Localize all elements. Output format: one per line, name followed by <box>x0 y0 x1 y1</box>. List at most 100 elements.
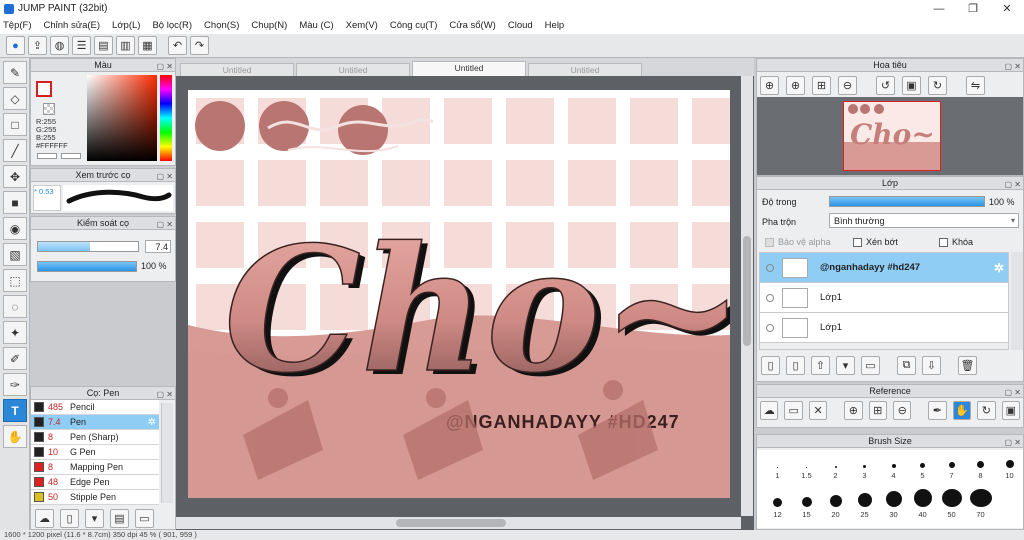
panel-controls-icon[interactable]: ▢ ✕ <box>1005 386 1021 399</box>
brush-size-option[interactable]: 7 <box>937 450 966 480</box>
fit-icon[interactable]: ⊞ <box>812 76 831 95</box>
brush-size-option[interactable]: 70 <box>966 489 995 519</box>
menu-edit[interactable]: Chỉnh sửa(E) <box>44 20 101 31</box>
cloud-icon[interactable]: ● <box>6 36 25 55</box>
brush-item[interactable]: 8 Mapping Pen <box>31 460 159 475</box>
menu-capture[interactable]: Chụp(N) <box>251 20 287 31</box>
brush-item[interactable]: 8 Pen (Sharp) <box>31 430 159 445</box>
layer-row[interactable]: @nganhadayy #hd247 ✲ <box>760 253 1008 283</box>
gear-icon[interactable]: ✲ <box>994 261 1004 275</box>
rotate-right-icon[interactable]: ↻ <box>928 76 947 95</box>
background-color-swatch[interactable] <box>43 103 55 115</box>
select-rect-tool-icon[interactable]: ⬚ <box>3 269 27 292</box>
zoom-in-2-icon[interactable]: ⊕ <box>786 76 805 95</box>
brush-size-option[interactable]: 1.5 <box>792 450 821 480</box>
brush-size-option[interactable]: 25 <box>850 489 879 519</box>
brush-size-option[interactable]: 50 <box>937 489 966 519</box>
eraser-tool-icon[interactable]: ◇ <box>3 87 27 110</box>
line-tool-icon[interactable]: ╱ <box>3 139 27 162</box>
visibility-icon[interactable] <box>766 263 774 272</box>
canvas-vertical-scrollbar[interactable] <box>741 76 753 516</box>
text-tool-icon[interactable]: T <box>3 399 27 422</box>
layer-row[interactable]: Lớp1 <box>760 283 1008 313</box>
clipping-checkbox[interactable] <box>853 237 862 247</box>
panel-controls-icon[interactable]: ▢ ✕ <box>157 170 173 183</box>
layer-add-menu-icon[interactable]: ▾ <box>836 356 855 375</box>
menu-cloud[interactable]: Cloud <box>508 20 533 31</box>
brush-opacity-slider[interactable] <box>37 261 137 272</box>
brush-size-option[interactable]: 40 <box>908 489 937 519</box>
brush-item[interactable]: 7.4 Pen ✲ <box>31 415 159 430</box>
magic-wand-tool-icon[interactable]: ✦ <box>3 321 27 344</box>
hue-slider[interactable] <box>160 75 172 161</box>
ref-cloud-icon[interactable]: ☁ <box>760 401 779 420</box>
brush-size-option[interactable]: 10 <box>995 450 1023 480</box>
brush-add-icon[interactable]: ▾ <box>85 508 104 528</box>
brush-cloud-icon[interactable]: ☁ <box>35 508 54 528</box>
gear-icon[interactable]: ✲ <box>148 417 156 428</box>
rectangle-tool-icon[interactable]: □ <box>3 113 27 136</box>
tab-untitled-4[interactable]: Untitled <box>528 63 642 76</box>
ref-close-icon[interactable]: ✕ <box>808 401 828 420</box>
drawing-canvas[interactable]: @NGANHADAYY #HD247 Cho~ Cho~ <box>188 90 730 498</box>
menu-file[interactable]: Tệp(F) <box>3 20 32 31</box>
brush-size-option[interactable]: 5 <box>908 450 937 480</box>
undo-icon[interactable]: ↶ <box>168 36 187 55</box>
color-mode-button[interactable] <box>37 153 57 159</box>
visibility-icon[interactable] <box>766 293 774 302</box>
select-pen-tool-icon[interactable]: ✐ <box>3 347 27 370</box>
grid-icon[interactable]: ▦ <box>138 36 157 55</box>
bucket-tool-icon[interactable]: ◉ <box>3 217 27 240</box>
layer-opacity-slider[interactable] <box>829 196 985 207</box>
brush-size-option[interactable]: 8 <box>966 450 995 480</box>
brush-size-option[interactable]: 3 <box>850 450 879 480</box>
ref-fullscreen-icon[interactable]: ▣ <box>1001 401 1020 420</box>
panel-controls-icon[interactable]: ▢ ✕ <box>1005 436 1021 449</box>
layer-import-icon[interactable]: ⇧ <box>811 356 830 375</box>
layer-folder-icon[interactable]: ▭ <box>861 356 880 375</box>
panel-controls-icon[interactable]: ▢ ✕ <box>157 218 173 231</box>
minimize-button[interactable]: — <box>922 0 956 17</box>
brush-size-option[interactable]: 1 <box>763 450 792 480</box>
fill-shape-tool-icon[interactable]: ■ <box>3 191 27 214</box>
brush-size-option[interactable]: 2 <box>821 450 850 480</box>
ref-zoom-in-icon[interactable]: ⊕ <box>844 401 863 420</box>
panel-controls-icon[interactable]: ▢ ✕ <box>1005 60 1021 73</box>
brush-tool-icon[interactable]: ✎ <box>3 61 27 84</box>
ref-open-icon[interactable]: ▭ <box>784 401 803 420</box>
protect-alpha-checkbox[interactable] <box>765 237 774 247</box>
brush-size-option[interactable]: 30 <box>879 489 908 519</box>
menu-window[interactable]: Cửa sổ(W) <box>449 20 495 31</box>
menu-layer[interactable]: Lớp(L) <box>112 20 140 31</box>
ref-hand-icon[interactable]: ✋ <box>952 401 972 420</box>
layer-duplicate-icon[interactable]: ⧉ <box>897 356 916 375</box>
hand-tool-icon[interactable]: ✋ <box>3 425 27 448</box>
brush-folder-icon[interactable]: ▭ <box>135 508 154 528</box>
brush-size-option[interactable]: 4 <box>879 450 908 480</box>
brush-properties-icon[interactable]: ▤ <box>110 508 129 528</box>
tab-untitled-3[interactable]: Untitled <box>412 61 526 76</box>
brush-list-scrollbar[interactable] <box>161 403 173 503</box>
visibility-icon[interactable] <box>766 323 774 332</box>
saturation-value-picker[interactable] <box>87 75 157 161</box>
new-layer-2-icon[interactable]: ▯ <box>786 356 805 375</box>
list-icon[interactable]: ☰ <box>72 36 91 55</box>
layer-merge-icon[interactable]: ⇩ <box>922 356 941 375</box>
panel-controls-icon[interactable]: ▢ ✕ <box>157 60 173 73</box>
brush-size-value[interactable]: 7.4 <box>145 240 171 253</box>
brush-item[interactable]: 10 G Pen <box>31 445 159 460</box>
layer-list-scrollbar[interactable] <box>1011 252 1023 350</box>
brush-size-option[interactable]: 12 <box>763 489 792 519</box>
panel-icon[interactable]: ▥ <box>116 36 135 55</box>
brush-size-option[interactable]: 15 <box>792 489 821 519</box>
maximize-button[interactable]: ❐ <box>956 0 990 17</box>
ref-eyedropper-icon[interactable]: ✒ <box>928 401 947 420</box>
flip-icon[interactable]: ⇋ <box>966 76 985 95</box>
canvas-horizontal-scrollbar[interactable] <box>176 517 741 529</box>
ref-rotate-icon[interactable]: ↻ <box>977 401 996 420</box>
panel-controls-icon[interactable]: ▢ ✕ <box>157 388 173 401</box>
move-tool-icon[interactable]: ✥ <box>3 165 27 188</box>
menu-view[interactable]: Xem(V) <box>346 20 378 31</box>
layer-row[interactable]: Lớp1 <box>760 313 1008 343</box>
navigator-preview-area[interactable]: Cho~ <box>757 97 1023 175</box>
